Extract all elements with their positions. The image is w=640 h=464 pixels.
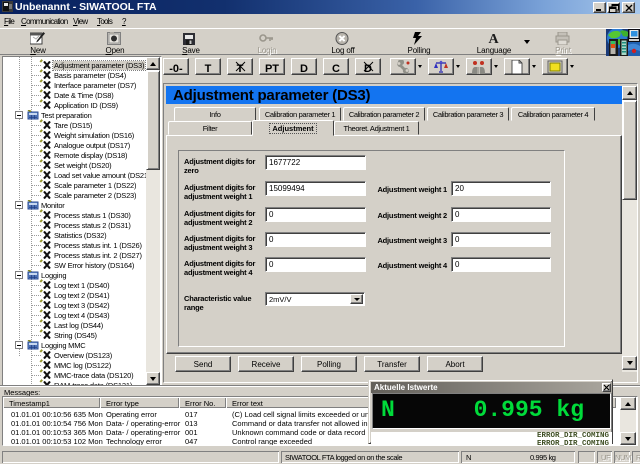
svg-text:A: A — [488, 32, 499, 45]
